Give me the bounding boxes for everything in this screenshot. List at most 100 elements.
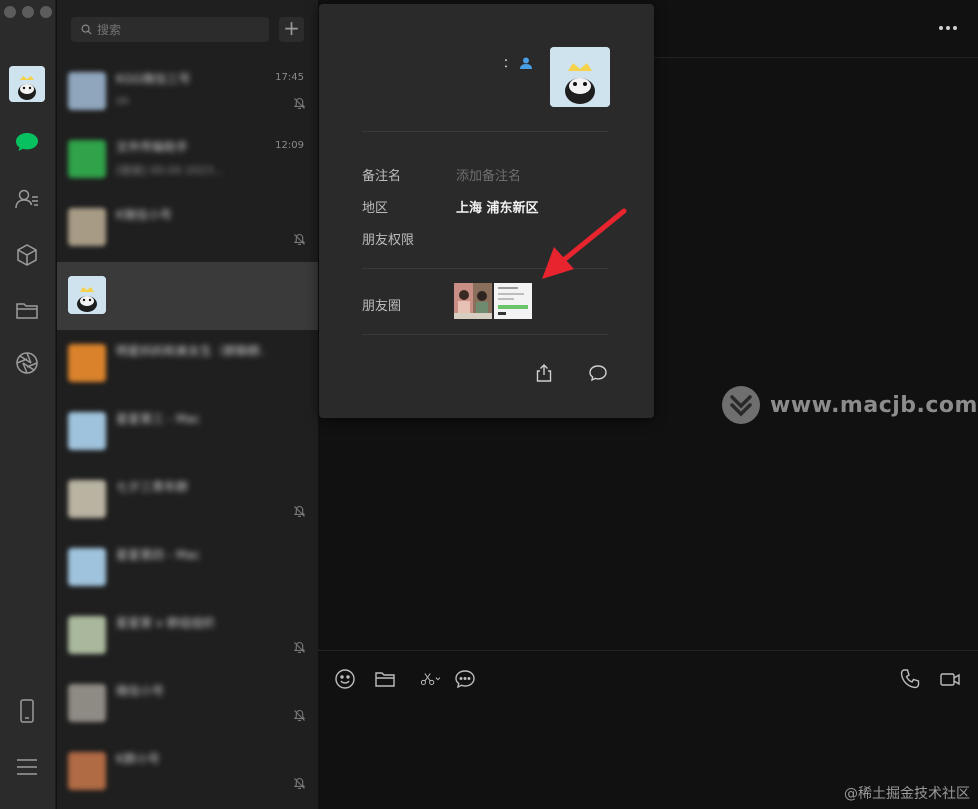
mute-bell-icon xyxy=(293,707,306,722)
search-input[interactable] xyxy=(97,22,257,37)
conversation-list: + KGG微信三号 ok 17:45 文件传输助手 [链接] 00:00 2023...… xyxy=(57,0,318,809)
close-window-button[interactable] xyxy=(4,6,16,18)
conversation-name: KGG微信三号 xyxy=(116,72,191,84)
conversation-preview: ok xyxy=(116,94,130,107)
chat-icon[interactable] xyxy=(13,128,41,156)
mute-bell-icon xyxy=(293,775,306,790)
conversation-item[interactable] xyxy=(57,262,318,330)
remark-input[interactable]: 添加备注名 xyxy=(456,165,521,184)
conversation-avatar xyxy=(68,140,106,178)
conversation-avatar xyxy=(68,208,106,246)
conversation-item[interactable]: 文件传输助手 [链接] 00:00 2023... 12:09 xyxy=(57,126,318,194)
moments-thumbnail[interactable] xyxy=(454,283,492,319)
source-credit: @稀土掘金技术社区 xyxy=(844,786,970,802)
profile-divider xyxy=(362,131,608,132)
chat-history-icon[interactable] xyxy=(453,667,477,691)
emoji-icon[interactable] xyxy=(333,667,357,691)
conversation-name: 明星妈妈和美女生（群聊群… xyxy=(116,344,266,356)
mute-bell-icon xyxy=(293,231,306,246)
menu-icon[interactable] xyxy=(13,753,41,781)
conversation-name xyxy=(116,274,266,288)
watermark-text: www.macjb.com xyxy=(770,392,978,418)
conversation-preview xyxy=(116,298,296,312)
mini-programs-icon[interactable] xyxy=(13,241,41,269)
site-watermark: www.macjb.com xyxy=(722,386,978,424)
moments-thumbnail[interactable] xyxy=(494,283,532,319)
profile-divider xyxy=(362,334,608,335)
conversation-preview xyxy=(116,570,296,584)
conversation-avatar xyxy=(68,480,106,518)
conversation-name: 星星第四 - Mac xyxy=(116,548,201,560)
conversation-avatar xyxy=(68,752,106,790)
add-button[interactable]: + xyxy=(279,17,304,42)
conversation-preview: [链接] 00:00 2023... xyxy=(116,164,224,176)
message-icon[interactable] xyxy=(586,361,610,385)
navigation-rail xyxy=(0,0,56,809)
video-call-icon[interactable] xyxy=(938,667,962,691)
watermark-logo-icon xyxy=(722,386,760,424)
maximize-window-button[interactable] xyxy=(40,6,52,18)
scissors-icon[interactable] xyxy=(414,667,448,691)
conversation-preview xyxy=(116,774,296,788)
region-label: 地区 xyxy=(362,201,389,216)
nickname-area: ： xyxy=(503,54,533,71)
conversation-item[interactable]: K群小号 xyxy=(57,738,318,806)
conversation-preview xyxy=(116,706,296,720)
mute-bell-icon xyxy=(293,503,306,518)
search-icon xyxy=(81,24,92,35)
ellipsis-icon xyxy=(939,26,957,30)
conversation-name: 七夕三青年群 xyxy=(116,480,189,492)
contact-person-icon xyxy=(520,57,533,69)
contact-avatar[interactable] xyxy=(550,47,610,107)
conversation-item[interactable]: 七夕三青年群 xyxy=(57,466,318,534)
moments-label: 朋友圈 xyxy=(362,299,402,314)
conversation-preview xyxy=(116,366,296,380)
conversation-avatar xyxy=(68,684,106,722)
conversation-item[interactable]: KGG微信三号 ok 17:45 xyxy=(57,58,318,126)
minimize-window-button[interactable] xyxy=(22,6,34,18)
nickname-suffix: ： xyxy=(503,56,516,70)
folder-icon[interactable] xyxy=(13,296,41,324)
conversation-avatar xyxy=(68,344,106,382)
mute-bell-icon xyxy=(293,95,306,110)
conversation-item[interactable]: 明星妈妈和美女生（群聊群… xyxy=(57,330,318,398)
conversation-name: K微信小号 xyxy=(116,208,172,220)
conversation-avatar xyxy=(68,72,106,110)
conversation-avatar xyxy=(68,616,106,654)
conversation-preview xyxy=(116,502,296,516)
conversation-preview xyxy=(116,434,296,448)
conversation-avatar xyxy=(68,548,106,586)
window-controls xyxy=(4,6,52,18)
conversation-preview xyxy=(116,230,296,244)
conversation-item[interactable]: 星星第三 - Mac xyxy=(57,398,318,466)
moments-shutter-icon[interactable] xyxy=(13,349,41,377)
my-avatar[interactable] xyxy=(9,66,45,102)
conversation-avatar xyxy=(68,276,106,314)
conversation-item[interactable]: 星星第 v 群组组织 xyxy=(57,602,318,670)
conversation-name: K群小号 xyxy=(116,752,160,764)
remark-label: 备注名 xyxy=(362,169,402,184)
conversation-name: 微信小号 xyxy=(116,684,165,696)
search-box[interactable] xyxy=(71,17,269,42)
conversation-name: 星星第三 - Mac xyxy=(116,412,201,424)
conversation-name: 文件传输助手 xyxy=(116,140,189,152)
contacts-icon[interactable] xyxy=(13,185,41,213)
conversation-preview xyxy=(116,638,296,652)
mute-bell-icon xyxy=(293,639,306,654)
conversation-avatar xyxy=(68,412,106,450)
voice-call-icon[interactable] xyxy=(898,667,922,691)
moments-thumbnails[interactable] xyxy=(454,283,532,319)
conversation-time: 17:45 xyxy=(275,72,304,83)
file-icon[interactable] xyxy=(373,667,397,691)
region-value: 上海 浦东新区 xyxy=(456,201,539,216)
permission-label: 朋友权限 xyxy=(362,233,415,248)
conversation-name: 星星第 v 群组组织 xyxy=(116,616,215,628)
conversation-item[interactable]: 星星第四 - Mac xyxy=(57,534,318,602)
annotation-arrow xyxy=(542,208,627,279)
conversation-item[interactable]: 微信小号 xyxy=(57,670,318,738)
share-icon[interactable] xyxy=(532,361,556,385)
phone-device-icon[interactable] xyxy=(13,697,41,725)
conversation-time: 12:09 xyxy=(275,140,304,151)
conversation-item[interactable]: K微信小号 xyxy=(57,194,318,262)
more-options-button[interactable] xyxy=(936,18,960,38)
